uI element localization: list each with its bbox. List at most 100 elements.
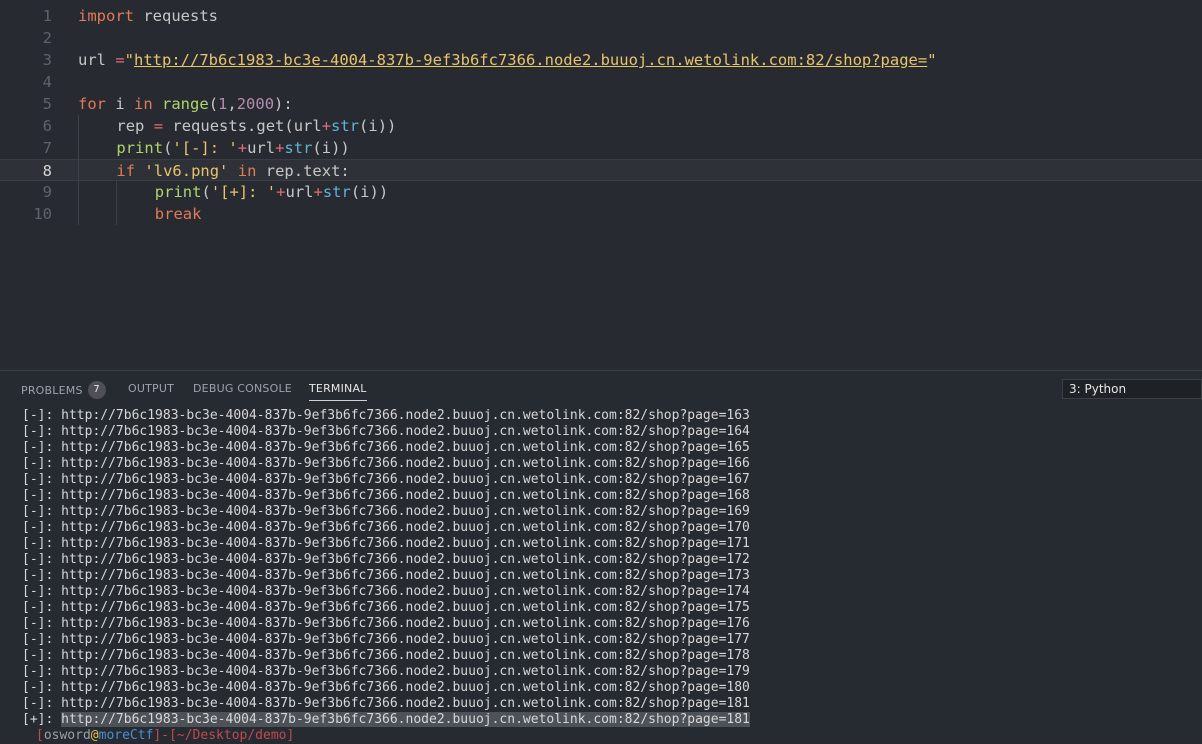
code-token: , <box>227 95 237 113</box>
terminal-line: [-]: http://7b6c1983-bc3e-4004-837b-9ef3… <box>22 408 750 423</box>
code-line[interactable]: 10 break <box>0 203 1202 225</box>
code-text: if 'lv6.png' in rep.text: <box>116 160 349 182</box>
terminal-line: [-]: http://7b6c1983-bc3e-4004-837b-9ef3… <box>22 536 750 551</box>
code-token: + <box>321 117 332 135</box>
tab-output[interactable]: OUTPUT <box>128 382 174 395</box>
code-token: ( <box>208 95 219 113</box>
indent-guide <box>78 115 79 137</box>
terminal-line: [-]: http://7b6c1983-bc3e-4004-837b-9ef3… <box>22 600 750 615</box>
code-text: break <box>155 203 202 225</box>
code-token: (i)) <box>312 139 350 157</box>
bottom-panel: PROBLEMS 7 OUTPUT DEBUG CONSOLE TERMINAL … <box>0 370 1202 743</box>
code-token: http://7b6c1983-bc3e-4004-837b-9ef3b6fc7… <box>134 51 928 69</box>
code-token: ( <box>201 183 211 201</box>
line-number: 4 <box>42 73 52 91</box>
code-line[interactable]: 4 <box>0 71 1202 93</box>
code-token: ( <box>163 139 173 157</box>
code-token: print <box>154 183 202 201</box>
code-token: '[-]: ' <box>172 139 238 157</box>
terminal-line: [-]: http://7b6c1983-bc3e-4004-837b-9ef3… <box>22 488 750 503</box>
code-token: 2000 <box>236 95 275 113</box>
code-token: " <box>124 51 135 69</box>
code-token: ): <box>274 95 293 113</box>
code-token: = <box>153 117 164 135</box>
code-token: '[+]: ' <box>210 183 277 201</box>
terminal-line: [-]: http://7b6c1983-bc3e-4004-837b-9ef3… <box>22 424 750 439</box>
tab-problems-label: PROBLEMS <box>21 384 83 397</box>
terminal-line: [-]: http://7b6c1983-bc3e-4004-837b-9ef3… <box>22 456 750 471</box>
result-url-selected[interactable]: http://7b6c1983-bc3e-4004-837b-9ef3b6fc7… <box>61 712 750 727</box>
terminal-line: [-]: http://7b6c1983-bc3e-4004-837b-9ef3… <box>22 504 750 519</box>
line-number: 2 <box>42 29 52 47</box>
result-prefix: [+]: <box>22 712 62 727</box>
code-line[interactable]: 2 <box>0 27 1202 49</box>
code-token: url <box>247 139 276 157</box>
terminal-line: [-]: http://7b6c1983-bc3e-4004-837b-9ef3… <box>22 568 750 583</box>
code-token: url <box>78 51 116 69</box>
terminal-line: [-]: http://7b6c1983-bc3e-4004-837b-9ef3… <box>22 680 750 695</box>
terminal-output[interactable]: [-]: http://7b6c1983-bc3e-4004-837b-9ef3… <box>22 408 1192 744</box>
code-token: rep.text: <box>256 162 350 180</box>
code-token: if <box>116 162 136 180</box>
line-number: 10 <box>33 205 52 223</box>
terminal-line: [-]: http://7b6c1983-bc3e-4004-837b-9ef3… <box>22 648 750 663</box>
indent-guide <box>78 181 79 203</box>
code-token: requests <box>134 7 218 25</box>
code-token: url <box>285 183 314 201</box>
code-line[interactable]: 5 for i in range(1,2000): <box>0 93 1202 115</box>
code-token: in <box>134 95 153 113</box>
code-token: 1 <box>218 95 228 113</box>
code-token: + <box>313 183 323 201</box>
code-token: requests.get(url <box>163 117 322 135</box>
code-text: print('[+]: '+url+str(i)) <box>155 181 388 203</box>
terminal-line: [-]: http://7b6c1983-bc3e-4004-837b-9ef3… <box>22 520 750 535</box>
line-number: 1 <box>42 7 52 25</box>
code-token: + <box>237 139 248 157</box>
code-token: i <box>106 95 134 113</box>
code-text: url ="http://7b6c1983-bc3e-4004-837b-9ef… <box>78 49 937 71</box>
code-text: print('[-]: '+url+str(i)) <box>116 137 349 159</box>
terminal-prompt: [osword@moreCtf]-[~/Desktop/demo] <box>22 728 1192 744</box>
code-token: " <box>927 51 937 69</box>
code-line[interactable]: 6 rep = requests.get(url+str(i)) <box>0 115 1202 137</box>
code-line[interactable]: 3 url ="http://7b6c1983-bc3e-4004-837b-9e… <box>0 49 1202 71</box>
indent-guide <box>78 137 79 159</box>
tab-debug-console[interactable]: DEBUG CONSOLE <box>193 382 292 395</box>
indent-guide <box>78 203 79 225</box>
indent-guide <box>78 160 79 182</box>
code-token: str <box>322 183 351 201</box>
code-token: rep <box>116 117 154 135</box>
code-token: str <box>284 139 313 157</box>
code-token: for <box>78 95 106 113</box>
indent-guide <box>116 203 118 225</box>
code-text: rep = requests.get(url+str(i)) <box>116 115 396 137</box>
line-number: 9 <box>42 183 52 201</box>
code-line[interactable]: 8 if 'lv6.png' in rep.text: <box>0 159 1202 182</box>
terminal-select[interactable]: 3: Python <box>1062 379 1202 399</box>
terminal-result-line: [+]: http://7b6c1983-bc3e-4004-837b-9ef3… <box>22 712 1192 728</box>
panel-tabs: PROBLEMS 7 OUTPUT DEBUG CONSOLE TERMINAL <box>0 371 1000 407</box>
code-line[interactable]: 9 print('[+]: '+url+str(i)) <box>0 181 1202 203</box>
line-number: 8 <box>42 162 52 180</box>
code-line[interactable]: 7 print('[-]: '+url+str(i)) <box>0 137 1202 159</box>
line-number: 7 <box>42 139 52 157</box>
code-token: import <box>78 7 134 25</box>
terminal-line: [-]: http://7b6c1983-bc3e-4004-837b-9ef3… <box>22 440 750 455</box>
tab-terminal[interactable]: TERMINAL <box>309 382 367 401</box>
indent-guide <box>116 181 118 203</box>
terminal-line: [-]: http://7b6c1983-bc3e-4004-837b-9ef3… <box>22 616 750 631</box>
code-token: (i)) <box>359 117 397 135</box>
code-token: print <box>116 139 164 157</box>
line-number: 5 <box>42 95 52 113</box>
terminal-line: [-]: http://7b6c1983-bc3e-4004-837b-9ef3… <box>22 696 750 711</box>
line-number: 3 <box>42 51 52 69</box>
code-text: for i in range(1,2000): <box>78 93 293 115</box>
code-editor[interactable]: 1 import requests 2 3 url ="http://7b6c1983-… <box>0 0 1202 370</box>
terminal-line: [-]: http://7b6c1983-bc3e-4004-837b-9ef3… <box>22 632 750 647</box>
code-token: range <box>162 95 209 113</box>
code-line[interactable]: 1 import requests <box>0 5 1202 27</box>
tab-problems[interactable]: PROBLEMS 7 <box>21 381 106 400</box>
code-token: in <box>237 162 257 180</box>
code-token: = <box>115 51 125 69</box>
